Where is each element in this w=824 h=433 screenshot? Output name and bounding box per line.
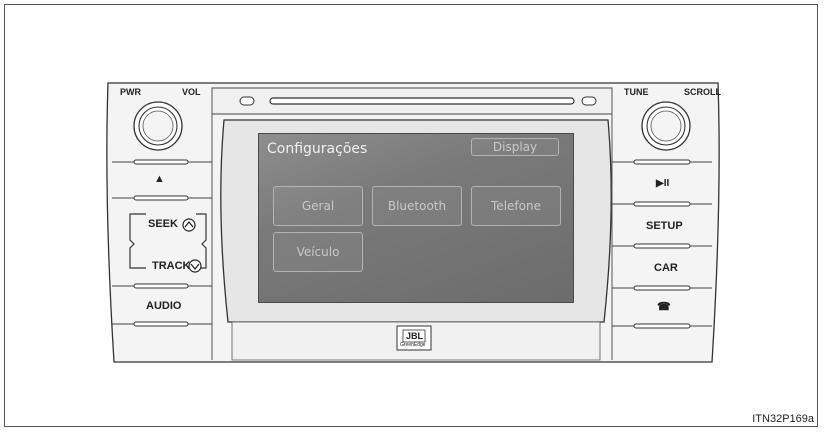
figure-caption: ITN32P169a	[752, 413, 814, 425]
audio-label: AUDIO	[146, 300, 182, 312]
eject-icon: ▲	[154, 173, 165, 185]
track-button[interactable]: TRACK	[114, 244, 210, 284]
scroll-label: SCROLL	[684, 87, 721, 97]
vol-label: VOL	[182, 87, 201, 97]
tune-knob[interactable]	[641, 101, 691, 151]
touch-screen: Configurações Display Geral Bluetooth Te…	[258, 133, 574, 303]
eject-button[interactable]: ▲	[114, 164, 210, 196]
menu-telefone-button[interactable]: Telefone	[471, 186, 561, 226]
car-label: CAR	[654, 262, 678, 274]
greenedge-text: GreenEdge	[400, 342, 426, 348]
menu-geral-button[interactable]: Geral	[273, 186, 363, 226]
tune-label: TUNE	[624, 87, 649, 97]
menu-bluetooth-button[interactable]: Bluetooth	[372, 186, 462, 226]
jbl-logo-text: JBL	[406, 331, 424, 341]
setup-button[interactable]: SETUP	[614, 206, 710, 244]
volume-knob[interactable]	[133, 101, 183, 151]
play-pause-icon: ▶II	[656, 178, 670, 189]
track-label: TRACK	[152, 260, 191, 272]
screen-title: Configurações	[267, 141, 368, 157]
pwr-label: PWR	[120, 87, 141, 97]
car-button[interactable]: CAR	[614, 248, 710, 286]
setup-label: SETUP	[646, 220, 683, 232]
seek-label: SEEK	[148, 218, 178, 230]
play-pause-button[interactable]: ▶II	[614, 164, 710, 202]
phone-icon: ☎	[657, 301, 671, 313]
menu-veiculo-button[interactable]: Veículo	[273, 232, 363, 272]
audio-button[interactable]: AUDIO	[114, 288, 210, 322]
seek-button[interactable]: SEEK	[114, 200, 210, 242]
display-button[interactable]: Display	[471, 138, 559, 156]
phone-button[interactable]: ☎	[614, 290, 710, 324]
